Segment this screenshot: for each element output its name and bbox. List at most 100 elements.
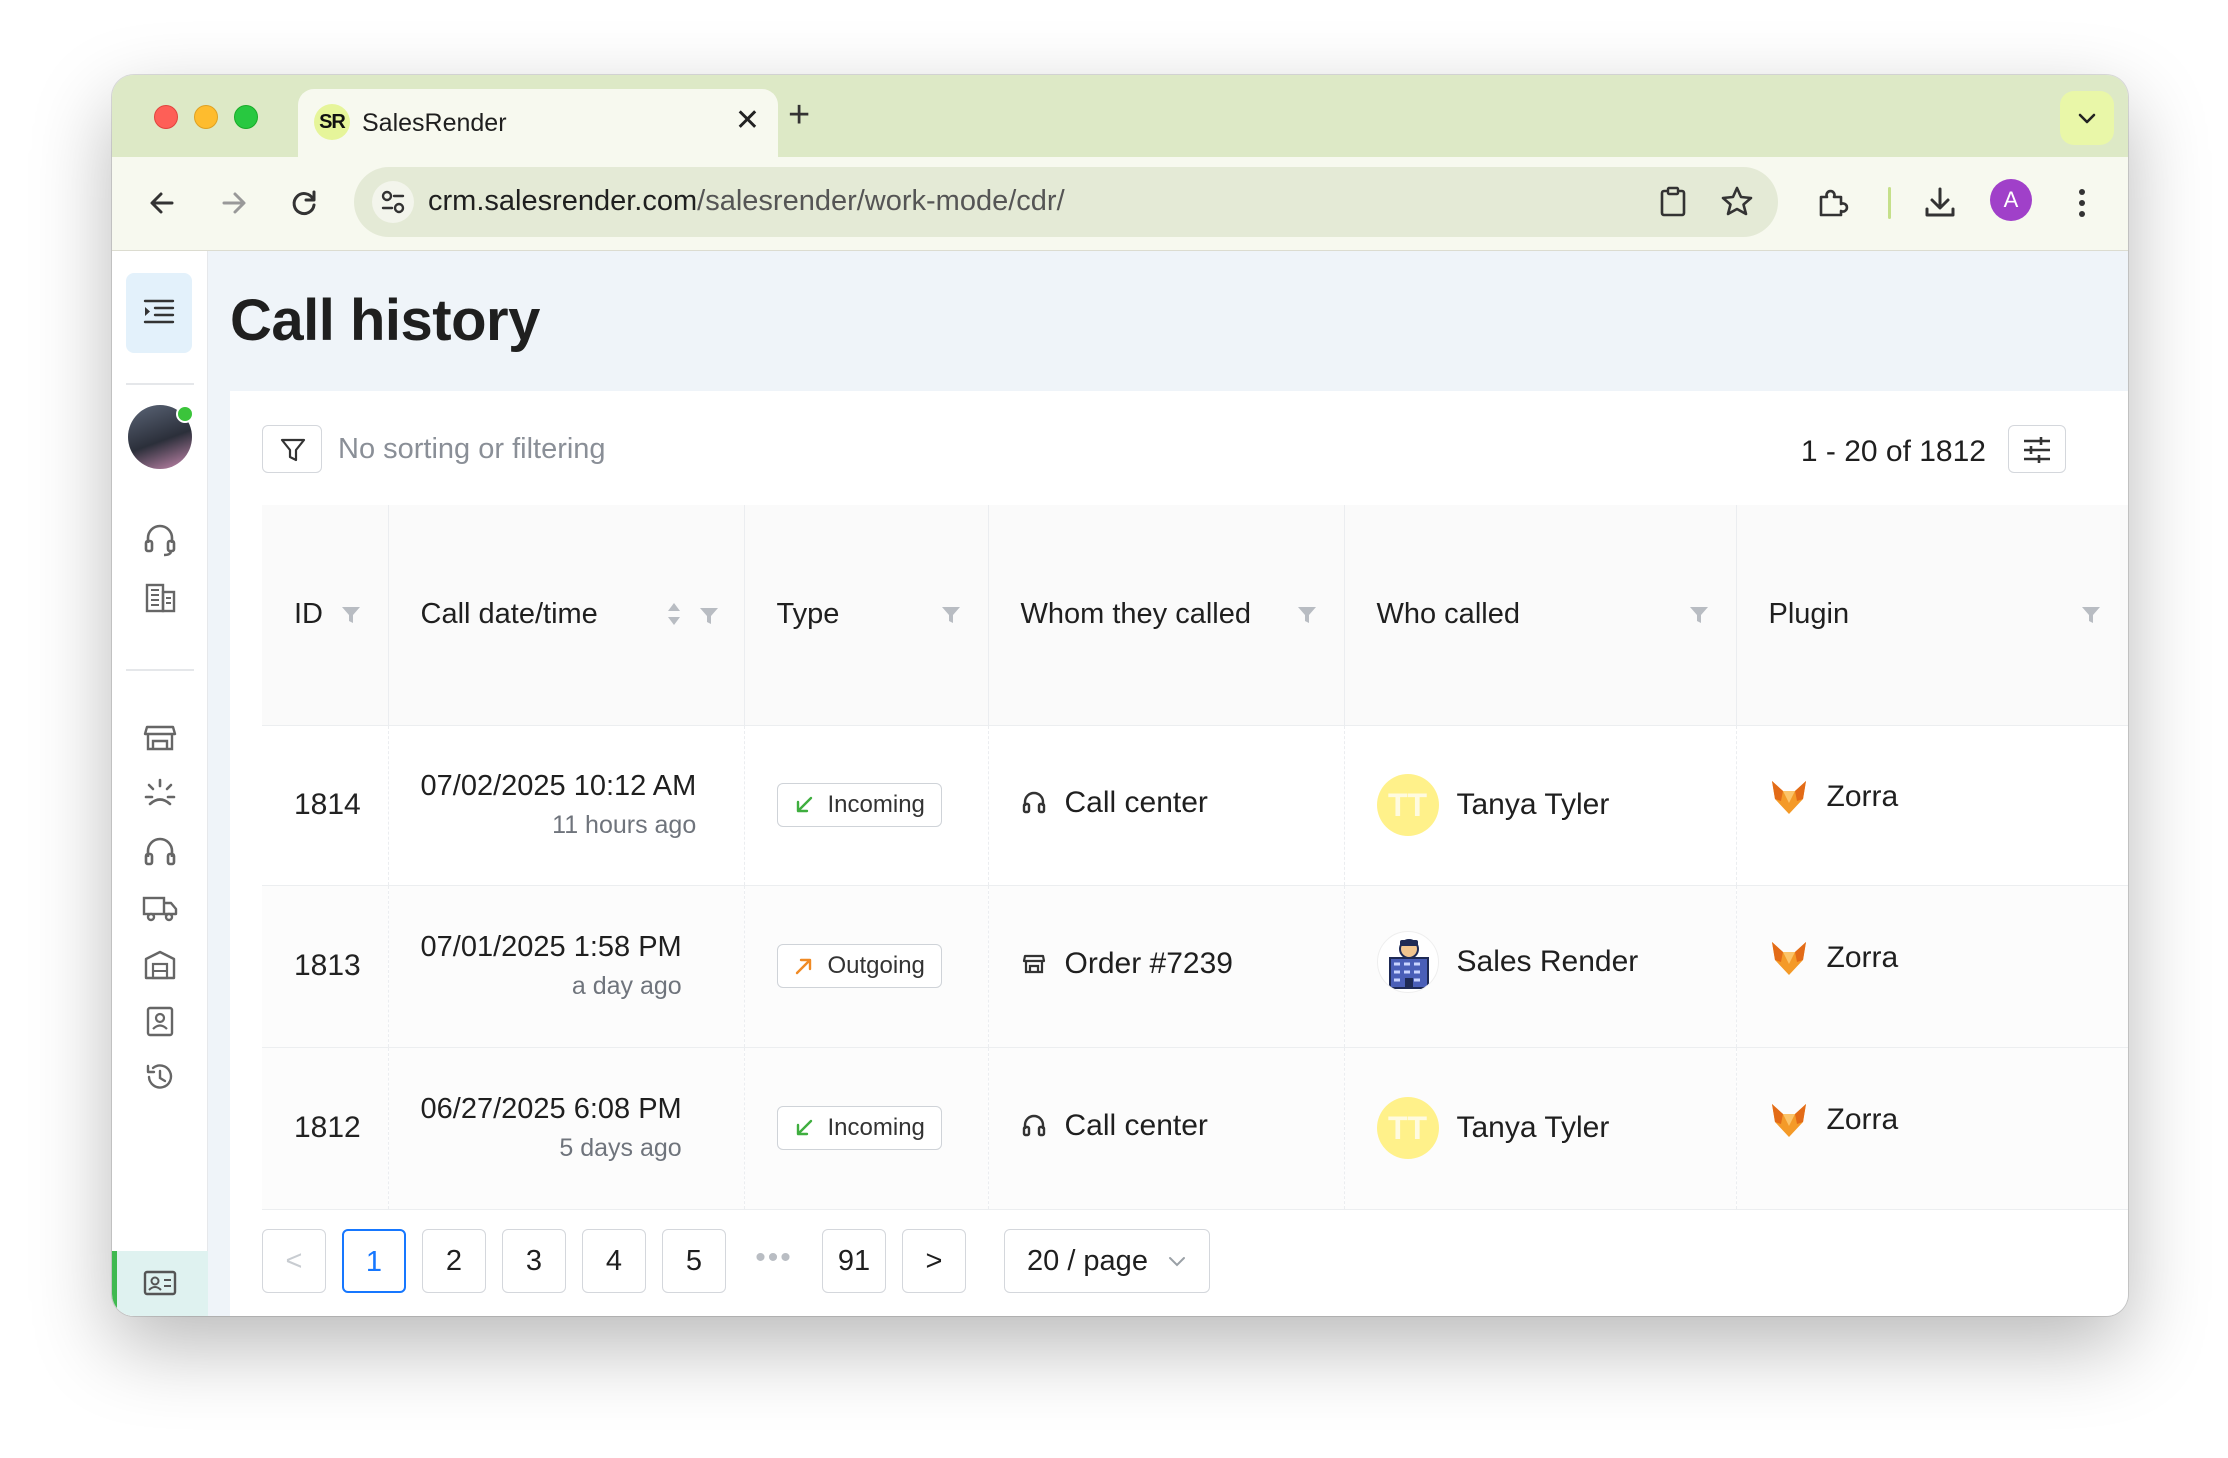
filter-icon[interactable]: [940, 601, 962, 634]
truck-icon[interactable]: [140, 887, 180, 927]
sidebar-toggle-button[interactable]: [126, 273, 192, 353]
type-badge-incoming: Incoming: [776, 1106, 942, 1150]
column-header-plugin: Plugin: [1735, 505, 2128, 726]
spinner-icon[interactable]: [140, 773, 180, 813]
prev-page-button[interactable]: <: [262, 1229, 326, 1293]
browser-toolbar: crm.salesrender.com/salesrender/work-mod…: [112, 157, 2128, 251]
app-area: Call history No sorting or filtering 1 -…: [112, 251, 2128, 1316]
headset-icon: [1022, 791, 1045, 814]
row-who: Sales Render: [1343, 885, 1736, 1048]
tab-title: SalesRender: [362, 109, 507, 137]
page-button-4[interactable]: 4: [582, 1229, 646, 1293]
id-card-icon: [143, 1270, 177, 1296]
tab-search-button[interactable]: [2060, 91, 2114, 145]
page-button-2[interactable]: 2: [422, 1229, 486, 1293]
incoming-arrow-icon: [796, 796, 812, 813]
row-who: TT Tanya Tyler: [1343, 725, 1736, 886]
back-icon[interactable]: [142, 183, 182, 223]
page-button-3[interactable]: 3: [502, 1229, 566, 1293]
new-tab-icon[interactable]: +: [788, 95, 810, 135]
fox-logo-icon: [1771, 781, 1806, 814]
type-badge-outgoing: Outgoing: [776, 944, 942, 988]
maximize-window-button[interactable]: [234, 105, 258, 129]
browser-tab[interactable]: SR SalesRender ✕: [298, 89, 778, 157]
table-row[interactable]: 1813 07/01/2025 1:58 PM a day ago Outgoin…: [262, 885, 2128, 1048]
page-size-select[interactable]: 20 / page: [1004, 1229, 1210, 1293]
table-header-row: ID Call date/time Type Whom they called …: [262, 505, 2128, 726]
address-bar[interactable]: crm.salesrender.com/salesrender/work-mod…: [354, 167, 1778, 237]
close-window-button[interactable]: [154, 105, 178, 129]
row-plugin: Zorra: [1735, 725, 2128, 886]
warehouse-icon[interactable]: [140, 945, 180, 985]
table-row[interactable]: 1812 06/27/2025 6:08 PM 5 days ago Incomi…: [262, 1047, 2128, 1210]
headset-icon[interactable]: [140, 519, 180, 559]
page-button-5[interactable]: 5: [662, 1229, 726, 1293]
url-text: crm.salesrender.com/salesrender/work-mod…: [428, 185, 1065, 218]
avatar: TT: [1376, 774, 1439, 836]
history-icon[interactable]: [140, 1057, 180, 1097]
column-header-id: ID: [262, 505, 388, 726]
row-plugin: Zorra: [1735, 1047, 2128, 1210]
download-icon[interactable]: [1920, 183, 1960, 223]
page-button-last[interactable]: 91: [822, 1229, 886, 1293]
sliders-icon: [2024, 437, 2050, 463]
filter-status-text: No sorting or filtering: [338, 433, 606, 465]
minimize-window-button[interactable]: [194, 105, 218, 129]
sidebar-item-call-history[interactable]: [112, 1251, 208, 1316]
filter-button[interactable]: [262, 425, 322, 473]
filter-icon[interactable]: [1688, 601, 1710, 634]
fox-logo-icon: [1771, 1104, 1806, 1137]
table-row[interactable]: 1814 07/02/2025 10:12 AM 11 hours ago Inc…: [262, 725, 2128, 886]
pagination-ellipsis[interactable]: •••: [742, 1229, 806, 1293]
url-host: crm.salesrender.com: [428, 185, 698, 217]
row-who: TT Tanya Tyler: [1343, 1047, 1736, 1210]
row-id: 1812: [262, 1047, 388, 1210]
office-building-icon: [1388, 939, 1429, 989]
more-menu-icon[interactable]: [2062, 183, 2102, 223]
row-whom: Call center: [987, 725, 1344, 886]
salesrender-favicon-icon: SR: [314, 104, 350, 140]
row-type: Outgoing: [743, 885, 988, 1048]
column-header-type: Type: [743, 505, 988, 726]
toolbar-divider: [1888, 187, 1891, 219]
outgoing-arrow-icon: [795, 958, 811, 975]
extensions-icon[interactable]: [1812, 183, 1852, 223]
row-type: Incoming: [743, 1047, 988, 1210]
avatar: TT: [1376, 1097, 1439, 1159]
url-path: /salesrender/work-mode/cdr/: [697, 185, 1065, 217]
page-button-1[interactable]: 1: [342, 1229, 406, 1293]
clipboard-icon[interactable]: [1654, 183, 1692, 221]
filter-icon[interactable]: [698, 605, 720, 627]
store-icon[interactable]: [140, 717, 180, 757]
sidebar-divider: [126, 383, 194, 385]
profile-avatar[interactable]: A: [1990, 179, 2032, 221]
headphones-icon[interactable]: [140, 831, 180, 871]
column-header-datetime: Call date/time: [387, 505, 744, 726]
filter-icon[interactable]: [340, 601, 362, 634]
row-datetime: 06/27/2025 6:08 PM 5 days ago: [387, 1047, 744, 1210]
type-badge-incoming: Incoming: [776, 783, 942, 827]
reload-icon[interactable]: [284, 183, 324, 223]
row-id: 1813: [262, 885, 388, 1048]
user-avatar[interactable]: [128, 405, 194, 469]
contact-card-icon[interactable]: [140, 1001, 180, 1041]
filter-icon[interactable]: [2080, 601, 2102, 634]
row-type: Incoming: [743, 725, 988, 886]
building-icon[interactable]: [140, 577, 180, 617]
page-title: Call history: [230, 288, 540, 353]
fox-logo-icon: [1771, 942, 1806, 975]
bookmark-star-icon[interactable]: [1718, 183, 1756, 221]
tune-icon: [381, 190, 405, 214]
results-range: 1 - 20 of 1812: [1800, 435, 1986, 468]
forward-icon[interactable]: [214, 183, 254, 223]
sort-icon[interactable]: [664, 601, 684, 627]
tab-close-icon[interactable]: ✕: [735, 103, 760, 139]
menu-indent-icon: [143, 299, 175, 324]
column-settings-button[interactable]: [2008, 425, 2066, 473]
call-history-table: ID Call date/time Type Whom they called …: [262, 505, 2128, 1210]
site-settings-button[interactable]: [372, 181, 414, 223]
column-header-who: Who called: [1343, 505, 1736, 726]
filter-icon[interactable]: [1296, 601, 1318, 634]
call-history-card: No sorting or filtering 1 - 20 of 1812 I…: [230, 391, 2128, 1316]
next-page-button[interactable]: >: [902, 1229, 966, 1293]
